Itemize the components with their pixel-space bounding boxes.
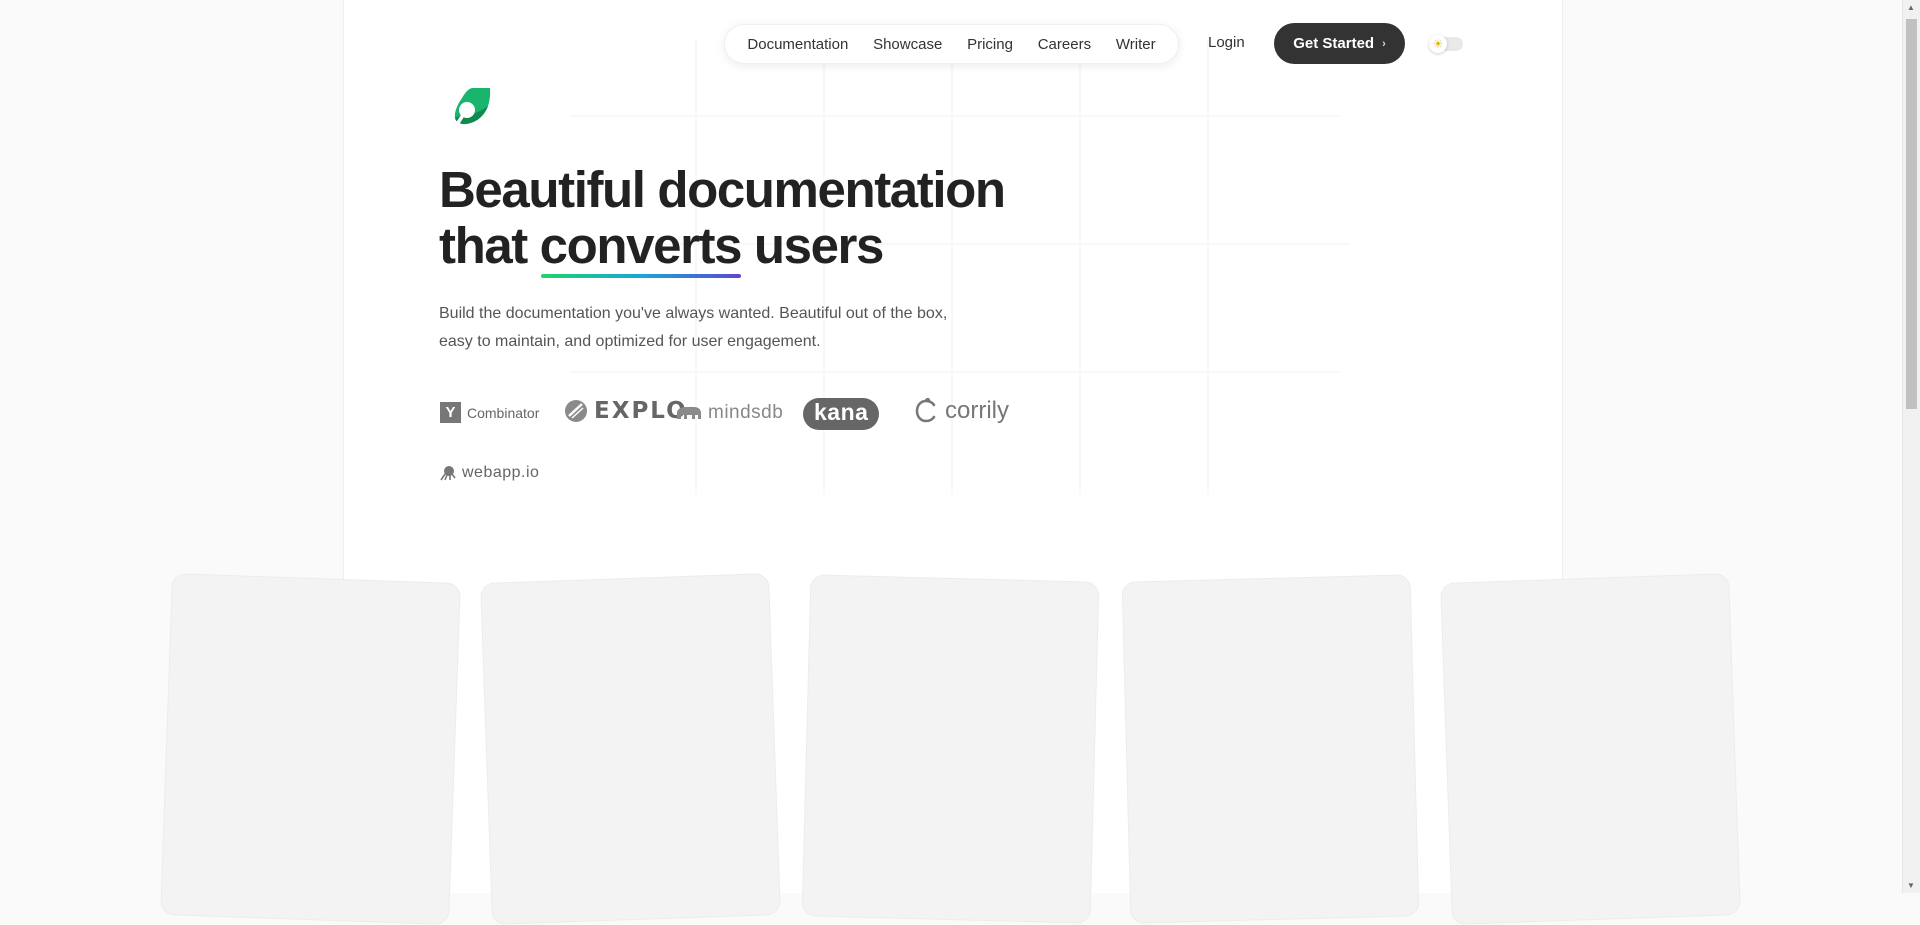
chevron-right-icon: › (1382, 37, 1386, 50)
headline-line-1: Beautiful documentation (439, 161, 1006, 218)
headline-suffix: users (753, 217, 884, 274)
get-started-label: Get Started (1293, 35, 1375, 52)
nav-link-careers[interactable]: Careers (1038, 36, 1091, 53)
leaf-logo-icon (454, 88, 491, 128)
nav-link-pricing[interactable]: Pricing (967, 36, 1013, 53)
subtitle-line-1: Build the documentation you've always wa… (439, 305, 948, 322)
octopus-icon (440, 466, 456, 481)
logo-explo: EXPLO (564, 398, 688, 424)
webapp-text: webapp.io (462, 464, 540, 481)
nav-link-writer[interactable]: Writer (1116, 36, 1156, 53)
scroll-up-icon[interactable]: ▲ (1907, 3, 1915, 12)
get-started-button[interactable]: Get Started › (1274, 23, 1405, 64)
ycombinator-text: Combinator (467, 404, 540, 421)
logo-corrily: corrily (915, 397, 1009, 425)
ycombinator-mark: Y (440, 402, 461, 423)
corrily-icon (915, 398, 936, 423)
showcase-card[interactable] (160, 573, 461, 925)
showcase-card[interactable] (1440, 573, 1741, 925)
scrollbar-thumb[interactable] (1906, 19, 1917, 409)
gradient-underline (540, 274, 742, 278)
headline-highlight-text: converts (539, 217, 743, 274)
explo-icon (565, 400, 587, 422)
sun-icon: ☀ (1429, 35, 1447, 53)
headline-prefix: that (439, 217, 528, 274)
logo-ycombinator: Y Combinator (440, 402, 539, 423)
explo-text: EXPLO (594, 398, 688, 424)
hero-headline: Beautiful documentation that converts us… (439, 161, 1006, 278)
login-link[interactable]: Login (1208, 34, 1245, 51)
customer-logos: Y Combinator EXPLO mindsdb kana corrily … (439, 395, 1039, 495)
headline-highlight: converts (539, 217, 743, 278)
hero-subtitle: Build the documentation you've always wa… (439, 300, 1019, 356)
subtitle-line-2: easy to maintain, and optimized for user… (439, 333, 821, 350)
mindsdb-text: mindsdb (708, 402, 784, 423)
nav-link-documentation[interactable]: Documentation (747, 36, 848, 53)
bear-icon (677, 407, 701, 419)
showcase-card[interactable] (480, 573, 781, 925)
logo-mindsdb: mindsdb (676, 402, 783, 424)
showcase-card[interactable] (1121, 574, 1420, 924)
scroll-down-icon[interactable]: ▼ (1907, 881, 1915, 890)
theme-toggle[interactable]: ☀ (1429, 35, 1463, 53)
kana-text: kana (803, 398, 880, 430)
main-nav: Documentation Showcase Pricing Careers W… (724, 24, 1179, 64)
vertical-scrollbar[interactable]: ▲ ▼ (1902, 0, 1920, 893)
logo-kana: kana (803, 398, 880, 430)
logo-webapp: webapp.io (440, 464, 539, 482)
corrily-text: corrily (945, 397, 1009, 424)
showcase-card[interactable] (801, 574, 1100, 924)
nav-link-showcase[interactable]: Showcase (873, 36, 942, 53)
